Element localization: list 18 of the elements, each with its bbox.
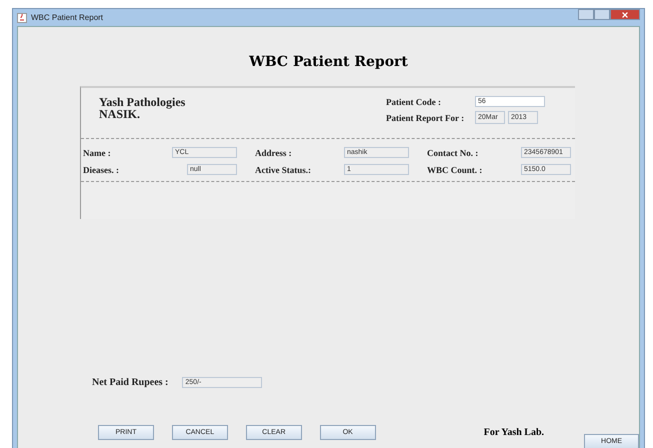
close-button[interactable]	[610, 9, 640, 20]
lab-city: NASIK.	[99, 108, 140, 120]
field-label: Address :	[255, 148, 292, 158]
field-label: WBC Count. :	[427, 164, 482, 174]
lab-name: Yash Pathologies	[99, 96, 186, 108]
signature-text: For Yash Lab.	[484, 427, 544, 438]
maximize-button[interactable]	[594, 9, 610, 20]
field-label: Active Status.:	[255, 164, 311, 174]
field-label: Patient Report For :	[386, 112, 466, 122]
report-heading: WBC Patient Report	[248, 54, 409, 72]
field-label: Net Paid Rupees :	[92, 377, 168, 388]
window-title: WBC Patient Report	[31, 13, 104, 22]
field-label: Name :	[83, 148, 111, 158]
field-label: Dieases. :	[83, 164, 119, 174]
minimize-button[interactable]	[578, 9, 594, 20]
field-label: Patient Code :	[386, 96, 442, 106]
close-icon	[621, 10, 629, 18]
field-label: Contact No. :	[427, 148, 478, 158]
